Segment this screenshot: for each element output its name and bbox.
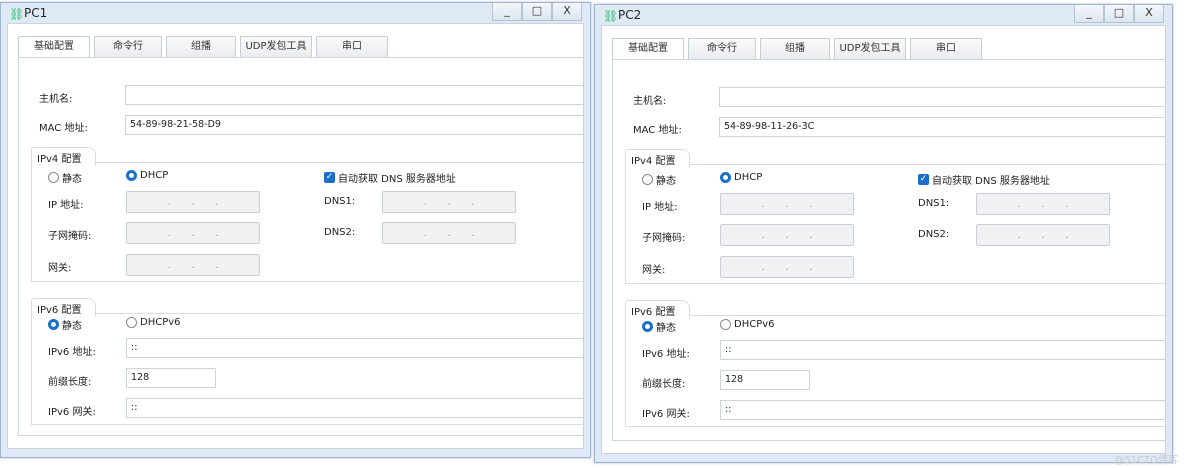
static-radio[interactable]: 静态 [642, 172, 676, 187]
ipv6-addr-label: IPv6 地址: [48, 347, 96, 358]
prefix-input[interactable]: 128 [720, 370, 810, 390]
dns1-input[interactable]: ... [382, 191, 516, 213]
gateway-input[interactable]: ... [126, 254, 260, 276]
basic-config-panel: 主机名: MAC 地址: 54-89-98-21-58-D9 IPv4 配置 静… [18, 57, 583, 436]
ipv6-group-label: IPv6 配置 [31, 298, 97, 317]
static-radio[interactable]: 静态 [48, 170, 82, 185]
gateway-input[interactable]: ... [720, 256, 854, 278]
ipv4-group: IPv4 配置 静态 DHCP ✓ 自动获取 DNS 服务器地址 IP 地址: .… [31, 147, 583, 282]
tab-multicast[interactable]: 组播 [166, 36, 236, 57]
dhcp-radio[interactable]: DHCP [720, 172, 762, 183]
mask-input[interactable]: ... [126, 222, 260, 244]
tab-udp-tool[interactable]: UDP发包工具 [240, 36, 312, 57]
dns2-input[interactable]: ... [382, 222, 516, 244]
ip-input[interactable]: ... [720, 193, 854, 215]
ip-input[interactable]: ... [126, 191, 260, 213]
ipv6-gw-input[interactable]: :: [720, 400, 1165, 420]
pc1-window: ⛓ PC1 _ □ X 基础配置 命令行 组播 UDP发包工具 串口 主机名: M… [0, 2, 591, 458]
tab-basic-config[interactable]: 基础配置 [18, 36, 90, 58]
hostname-label: 主机名: [39, 94, 73, 105]
auto-dns-checkbox[interactable]: ✓ 自动获取 DNS 服务器地址 [324, 170, 456, 185]
ipv4-group-label: IPv4 配置 [625, 149, 691, 168]
ipv6-addr-label: IPv6 地址: [642, 349, 690, 360]
dns2-label: DNS2: [918, 229, 950, 240]
dhcp-radio[interactable]: DHCP [126, 170, 168, 181]
gateway-label: 网关: [642, 265, 666, 276]
basic-config-panel: 主机名: MAC 地址: 54-89-98-11-26-3C IPv4 配置 静… [612, 59, 1165, 441]
ipv6-group: IPv6 配置 静态 DHCPv6 IPv6 地址: :: 前缀长度: 128 … [31, 298, 583, 425]
ipv4-group: IPv4 配置 静态 DHCP ✓ 自动获取 DNS 服务器地址 IP 地址: .… [625, 149, 1165, 284]
mask-input[interactable]: ... [720, 224, 854, 246]
ipv6-addr-input[interactable]: :: [720, 340, 1165, 360]
mac-input[interactable]: 54-89-98-21-58-D9 [125, 115, 583, 135]
tab-basic-config[interactable]: 基础配置 [612, 38, 684, 60]
watermark: @51CTO博客 [1114, 455, 1178, 466]
mask-label: 子网掩码: [642, 233, 686, 244]
tab-serial[interactable]: 串口 [316, 36, 388, 57]
dhcpv6-radio[interactable]: DHCPv6 [126, 317, 181, 328]
tab-command-line[interactable]: 命令行 [688, 38, 756, 59]
maximize-button[interactable]: □ [522, 3, 552, 21]
window-body: 基础配置 命令行 组播 UDP发包工具 串口 主机名: MAC 地址: 54-8… [7, 23, 584, 449]
prefix-input[interactable]: 128 [126, 368, 216, 388]
ipv6-static-radio[interactable]: 静态 [642, 319, 676, 334]
hostname-label: 主机名: [633, 96, 667, 107]
dns2-input[interactable]: ... [976, 224, 1110, 246]
mac-label: MAC 地址: [633, 125, 682, 136]
hostname-input[interactable] [125, 85, 583, 105]
gateway-label: 网关: [48, 263, 72, 274]
dhcpv6-radio[interactable]: DHCPv6 [720, 319, 775, 330]
auto-dns-checkbox[interactable]: ✓ 自动获取 DNS 服务器地址 [918, 172, 1050, 187]
ipv6-addr-input[interactable]: :: [126, 338, 583, 358]
title-bar[interactable]: ⛓ PC1 _ □ X [1, 3, 590, 23]
ipv6-gw-input[interactable]: :: [126, 398, 583, 418]
prefix-label: 前缀长度: [642, 379, 686, 390]
minimize-button[interactable]: _ [492, 3, 522, 21]
tab-udp-tool[interactable]: UDP发包工具 [834, 38, 906, 59]
pc-icon: ⛓ [603, 9, 619, 23]
ipv6-gw-label: IPv6 网关: [48, 407, 96, 418]
mac-input[interactable]: 54-89-98-11-26-3C [719, 117, 1165, 137]
ipv6-gw-label: IPv6 网关: [642, 409, 690, 420]
ip-label: IP 地址: [642, 202, 678, 213]
mask-label: 子网掩码: [48, 231, 92, 242]
ipv6-group: IPv6 配置 静态 DHCPv6 IPv6 地址: :: 前缀长度: 128 … [625, 300, 1165, 427]
mac-label: MAC 地址: [39, 123, 88, 134]
maximize-button[interactable]: □ [1104, 5, 1134, 23]
window-body: 基础配置 命令行 组播 UDP发包工具 串口 主机名: MAC 地址: 54-8… [601, 25, 1166, 454]
dns1-label: DNS1: [918, 198, 950, 209]
tab-multicast[interactable]: 组播 [760, 38, 830, 59]
title-bar[interactable]: ⛓ PC2 _ □ X [595, 5, 1172, 25]
dns1-input[interactable]: ... [976, 193, 1110, 215]
ipv4-group-label: IPv4 配置 [31, 147, 97, 166]
ip-label: IP 地址: [48, 200, 84, 211]
window-title: PC2 [618, 8, 642, 22]
prefix-label: 前缀长度: [48, 377, 92, 388]
tab-serial[interactable]: 串口 [910, 38, 982, 59]
close-button[interactable]: X [1134, 5, 1164, 23]
ipv6-group-label: IPv6 配置 [625, 300, 691, 319]
tab-command-line[interactable]: 命令行 [94, 36, 162, 57]
dns1-label: DNS1: [324, 196, 356, 207]
dns2-label: DNS2: [324, 227, 356, 238]
pc2-window: ⛓ PC2 _ □ X 基础配置 命令行 组播 UDP发包工具 串口 主机名: M… [594, 4, 1173, 463]
window-title: PC1 [24, 6, 48, 20]
close-button[interactable]: X [552, 3, 582, 21]
ipv6-static-radio[interactable]: 静态 [48, 317, 82, 332]
hostname-input[interactable] [719, 87, 1165, 107]
minimize-button[interactable]: _ [1074, 5, 1104, 23]
pc-icon: ⛓ [9, 7, 25, 21]
